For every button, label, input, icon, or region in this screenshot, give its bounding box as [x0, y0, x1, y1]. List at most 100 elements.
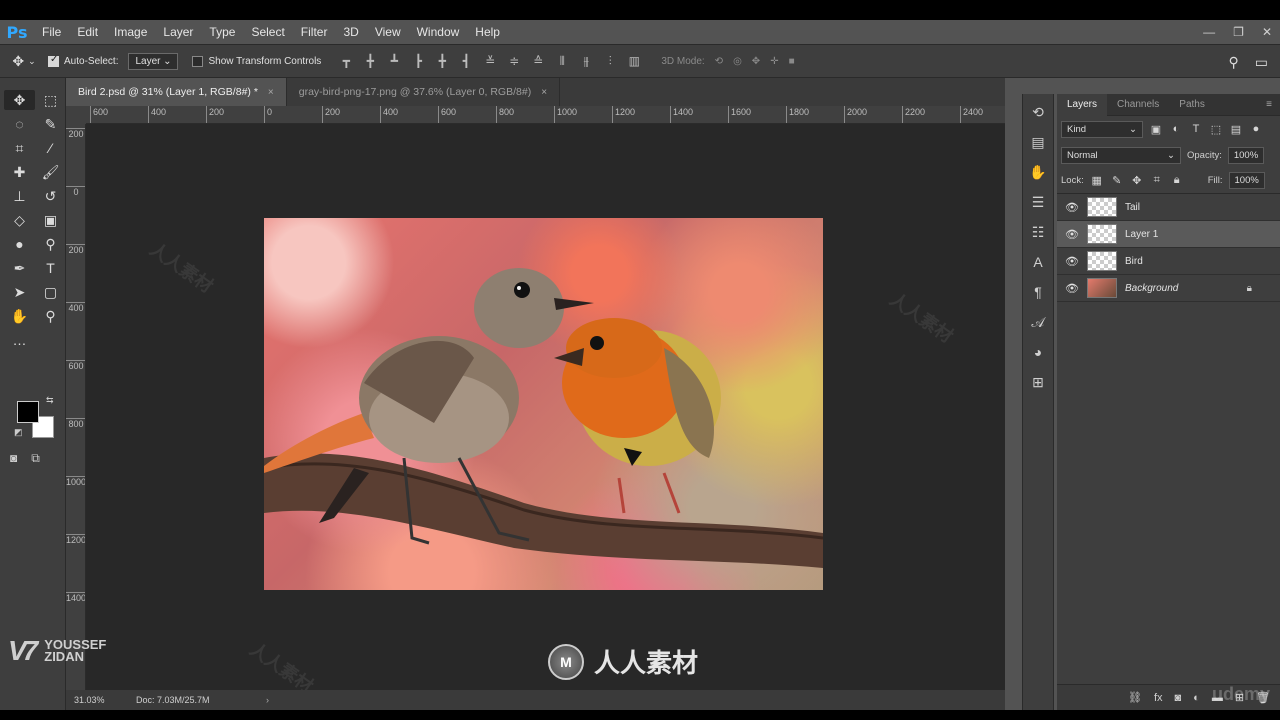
brush-tool-icon[interactable]: 🖌 [35, 162, 66, 182]
distribute-left-icon[interactable]: ⫴ [555, 54, 569, 69]
distribute-right-icon[interactable]: ⫶ [603, 54, 617, 69]
menu-type[interactable]: Type [201, 20, 243, 44]
distribute-bottom-icon[interactable]: ≙ [531, 54, 545, 69]
menu-help[interactable]: Help [467, 20, 508, 44]
properties-panel-icon[interactable]: ▤ [1023, 130, 1053, 154]
screen-mode-icon[interactable]: ⧉ [31, 451, 40, 466]
vertical-ruler[interactable]: 200 0 200 400 600 800 1000 1200 1400 [66, 124, 86, 700]
auto-select-dropdown[interactable]: Layer ⌄ [128, 52, 179, 70]
close-icon[interactable]: ✕ [1262, 25, 1272, 39]
more-tools-icon[interactable]: … [4, 330, 35, 350]
close-icon[interactable]: × [541, 87, 547, 98]
styles-panel-icon[interactable]: ☷ [1023, 220, 1053, 244]
type-tool-icon[interactable]: T [35, 258, 66, 278]
opacity-input[interactable]: 100% [1227, 146, 1264, 164]
foreground-color[interactable] [17, 401, 39, 423]
libraries-panel-icon[interactable]: ✋ [1023, 160, 1053, 184]
clone-stamp-tool-icon[interactable]: ⊥ [4, 186, 35, 206]
distribute-hcenter-icon[interactable]: ⫵ [579, 54, 593, 69]
3d-camera-icon[interactable]: ■ [789, 56, 795, 67]
marquee-tool-icon[interactable]: ⬚ [35, 90, 66, 110]
align-bottom-icon[interactable]: ┻ [387, 54, 401, 69]
layer-bird[interactable]: 👁︎ Bird [1057, 248, 1280, 275]
3d-slide-icon[interactable]: ✛ [770, 56, 778, 67]
menu-file[interactable]: File [34, 20, 69, 44]
shape-filter-icon[interactable]: ⬚ [1209, 123, 1223, 136]
fill-input[interactable]: 100% [1228, 172, 1265, 189]
lock-artboard-icon[interactable]: ⌗ [1150, 174, 1164, 187]
panel-menu-icon[interactable]: ≡ [1266, 99, 1272, 110]
document-canvas[interactable] [264, 218, 823, 590]
search-icon[interactable]: ⚲ [1229, 54, 1239, 71]
crop-tool-icon[interactable]: ⌗ [4, 138, 35, 158]
menu-3d[interactable]: 3D [335, 20, 366, 44]
layer-layer-1[interactable]: 👁︎ Layer 1 [1057, 221, 1280, 248]
canvas-area[interactable]: 人人素材 人人素材 人人素材 [86, 124, 1005, 697]
layer-style-icon[interactable]: fx [1154, 692, 1163, 704]
status-menu-arrow[interactable]: › [266, 695, 269, 705]
tab-layers[interactable]: Layers [1057, 93, 1108, 116]
swap-colors-icon[interactable]: ⇆ [46, 395, 54, 406]
move-tool-icon[interactable]: ✥ [4, 90, 35, 110]
lock-image-icon[interactable]: ✎ [1110, 174, 1124, 187]
smart-object-filter-icon[interactable]: ▤ [1229, 123, 1243, 136]
layer-mask-icon[interactable]: ◙ [1175, 692, 1182, 704]
layer-tail[interactable]: 👁︎ Tail [1057, 194, 1280, 221]
character-panel-icon[interactable]: A [1023, 250, 1053, 274]
dodge-tool-icon[interactable]: ⚲ [35, 234, 66, 254]
lock-all-icon[interactable]: 🔒︎ [1170, 174, 1184, 187]
3d-rotate-icon[interactable]: ⟲ [715, 56, 723, 67]
type-filter-icon[interactable]: T [1189, 123, 1203, 135]
quick-select-tool-icon[interactable]: ✎ [35, 114, 66, 134]
workspace-icon[interactable]: ▭ [1255, 54, 1268, 71]
distribute-top-icon[interactable]: ≚ [483, 54, 497, 69]
auto-select-checkbox[interactable]: Auto-Select: [48, 54, 118, 67]
restore-icon[interactable]: ❐ [1233, 25, 1244, 39]
horizontal-ruler[interactable]: 600 400 200 0 200 400 600 800 1000 1200 … [86, 106, 1005, 124]
menu-view[interactable]: View [367, 20, 409, 44]
blur-tool-icon[interactable]: ● [4, 234, 35, 254]
glyphs-panel-icon[interactable]: 𝒜 [1023, 310, 1053, 334]
history-brush-tool-icon[interactable]: ↺ [35, 186, 66, 206]
pixel-filter-icon[interactable]: ▣ [1149, 123, 1163, 136]
eye-icon[interactable]: 👁︎ [1065, 255, 1079, 268]
tab-channels[interactable]: Channels [1107, 94, 1169, 116]
path-select-tool-icon[interactable]: ➤ [4, 282, 35, 302]
menu-edit[interactable]: Edit [69, 20, 106, 44]
show-transform-controls-checkbox[interactable]: Show Transform Controls [192, 55, 321, 67]
tab-gray-bird[interactable]: gray-bird-png-17.png @ 37.6% (Layer 0, R… [287, 78, 561, 106]
hand-tool-icon[interactable]: ✋ [4, 306, 35, 326]
align-top-icon[interactable]: ┳ [339, 54, 353, 69]
close-icon[interactable]: × [268, 87, 274, 98]
layer-background[interactable]: 👁︎ Background 🔒︎ [1057, 275, 1280, 302]
3d-drag-icon[interactable]: ✥ [752, 56, 760, 67]
lasso-tool-icon[interactable]: ◌ [4, 114, 35, 134]
align-vcenter-icon[interactable]: ╋ [363, 54, 377, 69]
quick-mask-icon[interactable]: ◙ [10, 451, 17, 466]
eye-icon[interactable]: 👁︎ [1065, 282, 1079, 295]
align-right-icon[interactable]: ┫ [459, 54, 473, 69]
eye-icon[interactable]: 👁︎ [1065, 201, 1079, 214]
auto-align-icon[interactable]: ▥ [627, 54, 641, 69]
minimize-icon[interactable]: — [1203, 25, 1215, 39]
healing-brush-tool-icon[interactable]: ✚ [4, 162, 35, 182]
grid-panel-icon[interactable]: ⊞ [1023, 370, 1053, 394]
menu-layer[interactable]: Layer [155, 20, 201, 44]
kind-filter-dropdown[interactable]: Kind ⌄ [1061, 120, 1143, 138]
menu-filter[interactable]: Filter [293, 20, 336, 44]
eyedropper-tool-icon[interactable]: ⁄ [35, 138, 66, 158]
paragraph-panel-icon[interactable]: ¶ [1023, 280, 1053, 304]
blend-mode-dropdown[interactable]: Normal ⌄ [1061, 146, 1181, 164]
pen-tool-icon[interactable]: ✒ [4, 258, 35, 278]
color-swatches[interactable]: ⇆ ◩ [14, 395, 58, 445]
align-left-icon[interactable]: ┣ [411, 54, 425, 69]
lock-position-icon[interactable]: ✥ [1130, 174, 1144, 187]
adjustment-filter-icon[interactable]: ◐ [1169, 123, 1183, 135]
shape-tool-icon[interactable]: ▢ [35, 282, 66, 302]
align-hcenter-icon[interactable]: ╋ [435, 54, 449, 69]
lock-transparent-icon[interactable]: ▦ [1090, 174, 1104, 187]
history-panel-icon[interactable]: ⟲ [1023, 100, 1053, 124]
adjustment-layer-icon[interactable]: ◐ [1193, 692, 1200, 704]
gradient-tool-icon[interactable]: ▣ [35, 210, 66, 230]
eye-icon[interactable]: 👁︎ [1065, 228, 1079, 241]
